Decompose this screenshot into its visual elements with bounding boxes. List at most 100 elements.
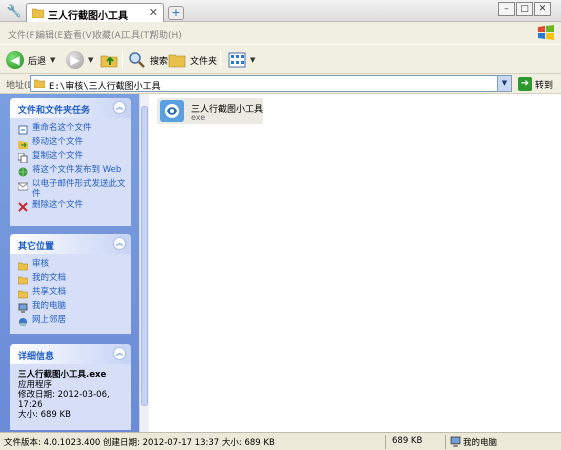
folder-icon	[168, 54, 186, 68]
menu-favorites[interactable]: 收藏(A)	[93, 28, 124, 41]
place-network[interactable]: 网上邻居	[16, 315, 127, 328]
task-publish-web[interactable]: 将这个文件发布到 Web	[16, 165, 127, 178]
email-icon	[18, 182, 28, 191]
file-item[interactable]: 三人行截图小工具 exe	[157, 98, 263, 124]
copy-icon	[18, 153, 28, 163]
address-input[interactable]: E:\审核\三人行截图小工具 ▼	[30, 75, 512, 92]
scrollbar-thumb[interactable]	[141, 106, 148, 406]
network-icon	[19, 318, 27, 326]
computer-icon	[18, 303, 28, 313]
search-label: 搜索	[150, 56, 169, 67]
tab-close-button[interactable]: ✕	[149, 6, 158, 19]
menu-help[interactable]: 帮助(H)	[150, 28, 182, 41]
place-my-computer[interactable]: 我的电脑	[16, 301, 127, 314]
status-divider	[445, 435, 446, 449]
other-places-panel: 其它位置 ︽ 审核 我的文档 共享文档 我的电脑 网上邻居	[10, 234, 131, 334]
task-rename[interactable]: 重命名这个文件	[16, 123, 127, 136]
details-type: 应用程序	[18, 380, 53, 390]
minimize-button[interactable]: –	[498, 2, 515, 16]
place-my-documents[interactable]: 我的文档	[16, 273, 127, 286]
up-folder-button[interactable]	[100, 49, 118, 71]
folders-label: 文件夹	[190, 56, 218, 67]
menu-file[interactable]: 文件(F)	[8, 28, 38, 41]
tab-current-folder[interactable]: 三人行截图小工具 ✕	[26, 3, 164, 22]
search-button[interactable]: 搜索	[128, 49, 168, 71]
views-icon	[228, 52, 246, 68]
menu-bar: 文件(F) 编辑(E) 查看(V) 收藏(A) 工具(T) 帮助(H)	[0, 22, 561, 44]
toolbar: ◀ 后退 ▼ ▶ ▼ 搜索 文件夹 ▼	[0, 44, 561, 74]
forward-arrow-icon: ▶	[66, 51, 84, 69]
details-panel: 详细信息 ︽ 三人行截图小工具.exe 应用程序 修改日期: 2012-03-0…	[10, 344, 131, 430]
task-email[interactable]: 以电子邮件形式发送此文件	[16, 179, 127, 199]
wrench-icon[interactable]: 🔧	[4, 3, 24, 19]
up-folder-icon	[100, 55, 118, 68]
status-size: 689 KB	[392, 436, 423, 446]
menu-edit[interactable]: 编辑(E)	[36, 28, 67, 41]
back-button[interactable]: ◀ 后退 ▼	[6, 49, 55, 71]
address-path: E:\审核\三人行截图小工具	[49, 82, 161, 92]
chevron-down-icon[interactable]: ▼	[50, 56, 55, 64]
go-label: 转到	[535, 80, 554, 91]
toolbar-divider	[122, 51, 123, 69]
collapse-icon[interactable]: ︽	[113, 101, 126, 114]
details-body: 三人行截图小工具.exe 应用程序 修改日期: 2012-03-06, 17:2…	[10, 364, 131, 426]
panel-title: 文件和文件夹任务	[18, 106, 91, 116]
rename-icon	[18, 125, 28, 135]
place-shared-documents[interactable]: 共享文档	[16, 287, 127, 300]
address-bar: 地址(D) E:\审核\三人行截图小工具 ▼ ➜ 转到	[0, 74, 561, 94]
status-bar: 文件版本: 4.0.1023.400 创建日期: 2012-07-17 13:3…	[0, 432, 561, 450]
task-pane: 文件和文件夹任务 ︽ 重命名这个文件 移动这个文件 复制这个文件 将这个文件发布…	[0, 94, 148, 432]
collapse-icon[interactable]: ︽	[113, 237, 126, 250]
folder-icon	[18, 290, 28, 299]
file-tasks-panel: 文件和文件夹任务 ︽ 重命名这个文件 移动这个文件 复制这个文件 将这个文件发布…	[10, 98, 131, 226]
task-move[interactable]: 移动这个文件	[16, 137, 127, 150]
app-icon	[160, 100, 184, 122]
menu-tools[interactable]: 工具(T)	[122, 28, 153, 41]
status-divider	[385, 435, 386, 449]
file-extension: exe	[191, 113, 206, 122]
task-delete[interactable]: 删除这个文件	[16, 200, 127, 213]
move-icon	[18, 141, 28, 149]
search-icon	[129, 52, 145, 68]
status-file-info: 文件版本: 4.0.1023.400 创建日期: 2012-07-17 13:3…	[4, 438, 275, 448]
folder-icon	[18, 276, 28, 285]
computer-icon	[450, 436, 461, 447]
menu-view[interactable]: 查看(V)	[64, 28, 95, 41]
folder-icon	[32, 8, 44, 18]
chevron-down-icon[interactable]: ▼	[88, 56, 93, 64]
details-size: 大小: 689 KB	[18, 410, 71, 420]
windows-logo-icon	[538, 25, 554, 40]
delete-icon	[18, 202, 28, 212]
task-copy[interactable]: 复制这个文件	[16, 151, 127, 164]
chevron-down-icon[interactable]: ▼	[250, 56, 255, 64]
maximize-button[interactable]: □	[516, 2, 533, 16]
details-modified: 修改日期: 2012-03-06, 17:26	[18, 390, 110, 410]
back-arrow-icon: ◀	[6, 51, 24, 69]
toolbar-divider	[220, 51, 221, 69]
details-filename: 三人行截图小工具.exe	[18, 370, 107, 380]
go-button[interactable]: ➜ 转到	[518, 77, 553, 91]
folder-icon	[34, 79, 45, 88]
views-button[interactable]: ▼	[228, 49, 255, 71]
tab-title: 三人行截图小工具	[48, 11, 128, 22]
place-audit-folder[interactable]: 审核	[16, 259, 127, 272]
close-button[interactable]: ✕	[534, 2, 551, 16]
go-arrow-icon: ➜	[518, 77, 532, 91]
collapse-icon[interactable]: ︽	[113, 347, 126, 360]
file-view: 三人行截图小工具 exe	[149, 94, 561, 432]
back-label: 后退	[28, 56, 47, 67]
panel-title: 详细信息	[18, 352, 55, 362]
forward-button[interactable]: ▶ ▼	[66, 49, 93, 71]
task-pane-scrollbar[interactable]	[139, 94, 149, 432]
new-tab-button[interactable]: +	[168, 6, 184, 20]
panel-title: 其它位置	[18, 242, 55, 252]
globe-icon	[18, 167, 28, 177]
panel-header[interactable]: 文件和文件夹任务 ︽	[10, 98, 131, 118]
chevron-down-icon[interactable]: ▼	[497, 76, 511, 91]
folder-icon	[18, 262, 28, 271]
status-location: 我的电脑	[463, 438, 498, 448]
panel-header[interactable]: 详细信息 ︽	[10, 344, 131, 364]
title-bar: 🔧 三人行截图小工具 ✕ + – □ ✕	[0, 0, 561, 22]
folders-button[interactable]: 文件夹	[168, 49, 217, 71]
panel-header[interactable]: 其它位置 ︽	[10, 234, 131, 254]
